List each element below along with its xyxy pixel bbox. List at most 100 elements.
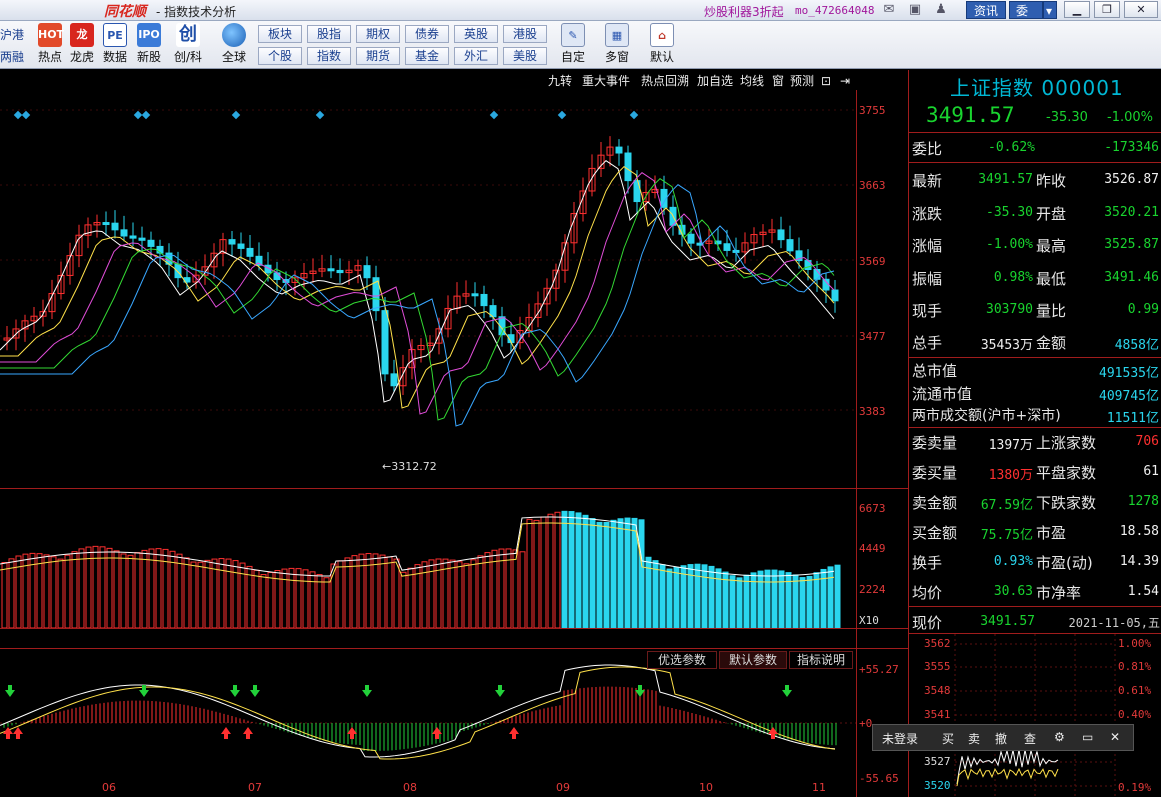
volume-bar: [106, 547, 113, 629]
market-futures-button[interactable]: 期货: [356, 47, 400, 65]
tool-hot[interactable]: HOT 热点: [33, 23, 67, 65]
macd-tick: +0: [859, 717, 873, 730]
candle-body: [471, 293, 479, 297]
volume-bar: [659, 564, 666, 629]
tab-default-params[interactable]: 默认参数: [719, 651, 787, 669]
volume-bar: [456, 561, 463, 629]
tab-indicator-help[interactable]: 指标说明: [789, 651, 853, 669]
intraday-date: 2021-11-05,五: [1068, 616, 1160, 630]
volume-bar: [827, 566, 834, 629]
candle-body: [120, 229, 128, 237]
market-us-stocks-button[interactable]: 美股: [503, 47, 547, 65]
query-button[interactable]: 查: [1024, 730, 1036, 747]
tool-default[interactable]: ⌂ 默认: [642, 23, 682, 65]
margin-button[interactable]: 两融: [0, 48, 24, 66]
user-id[interactable]: mo_472664048: [795, 4, 874, 17]
login-button[interactable]: 未登录: [882, 730, 918, 747]
tool-multi-window[interactable]: ▦ 多窗: [597, 23, 637, 65]
x-tick: 11: [812, 781, 826, 794]
market-funds-button[interactable]: 基金: [405, 47, 449, 65]
volume-bar: [708, 565, 715, 629]
volume-bar: [64, 554, 71, 629]
kline-volume-divider: [0, 488, 908, 489]
x-tick: 10: [699, 781, 713, 794]
macd-tick: +55.27: [859, 663, 899, 676]
mail-icon[interactable]: ✉: [880, 2, 898, 18]
market-options-button[interactable]: 期权: [356, 25, 400, 43]
volume-bar: [575, 512, 582, 629]
hot-icon: HOT: [38, 23, 64, 47]
volume-bar: [36, 553, 43, 629]
ipo-icon: IPO: [137, 23, 161, 47]
macd-dea-line: [0, 666, 836, 760]
volume-bar: [148, 548, 155, 629]
market-index-futures-button[interactable]: 股指: [307, 25, 351, 43]
tool-data[interactable]: PE 数据: [98, 23, 132, 65]
volume-bar: [561, 510, 568, 629]
volume-bar: [71, 551, 78, 629]
buy-button[interactable]: 买: [942, 730, 954, 747]
consign-button[interactable]: 委托: [1009, 1, 1043, 36]
volume-bar: [421, 561, 428, 629]
macd-tick: -55.65: [859, 772, 899, 785]
gift-icon[interactable]: ▣: [906, 2, 924, 18]
kline-chart[interactable]: [0, 70, 908, 797]
settings-icon[interactable]: ⚙: [1054, 730, 1065, 744]
volume-bar: [309, 571, 316, 629]
promo-link[interactable]: 炒股利器3折起: [704, 3, 784, 20]
volume-bar: [666, 568, 673, 629]
volume-bar: [596, 521, 603, 629]
market-stocks-button[interactable]: 个股: [258, 47, 302, 65]
hk-connect-button[interactable]: 沪港: [0, 26, 24, 44]
tool-custom[interactable]: ✎ 自定: [553, 23, 593, 65]
volume-bar: [680, 565, 687, 629]
candle-body: [615, 146, 623, 154]
market-uk-stocks-button[interactable]: 英股: [454, 25, 498, 43]
intraday-current-value: 3491.57: [980, 614, 1035, 629]
restore-icon[interactable]: ❐: [1094, 1, 1120, 18]
volume-bar: [239, 562, 246, 629]
volume-bar: [799, 577, 806, 629]
market-indices-button[interactable]: 指数: [307, 47, 351, 65]
volume-bar: [652, 560, 659, 629]
cancel-order-button[interactable]: 撤: [995, 730, 1007, 747]
event-marker: [629, 110, 639, 120]
volume-bar: [43, 554, 50, 629]
event-marker: [315, 110, 325, 120]
event-marker: [133, 110, 143, 120]
multi-window-icon: ▦: [605, 23, 629, 47]
news-button[interactable]: 资讯: [966, 1, 1006, 19]
market-bonds-button[interactable]: 债券: [405, 25, 449, 43]
pe-data-icon: PE: [103, 23, 127, 47]
sell-signal-arrow: [362, 685, 372, 697]
volume-bar: [673, 566, 680, 629]
tool-chuang[interactable]: 创 创/科: [168, 23, 208, 65]
candle-body: [102, 222, 110, 226]
intraday-pct-tick: 1.00%: [1118, 637, 1152, 650]
index-name: 上证指数 000001: [950, 76, 1124, 100]
volume-bar: [736, 577, 743, 629]
close-trade-bar-icon[interactable]: ✕: [1110, 730, 1120, 744]
intraday-price-tick: 3527: [924, 755, 951, 768]
minimize-icon[interactable]: ▁: [1064, 1, 1090, 18]
tool-dragon-tiger[interactable]: 龙 龙虎: [65, 23, 99, 65]
consign-dropdown-arrow[interactable]: ▾: [1043, 1, 1057, 19]
volume-bar: [190, 561, 197, 629]
close-icon[interactable]: ✕: [1124, 1, 1158, 18]
intraday-price-tick: 3555: [924, 660, 951, 673]
sell-button[interactable]: 卖: [968, 730, 980, 747]
market-sector-button[interactable]: 板块: [258, 25, 302, 43]
volume-bar: [393, 558, 400, 629]
market-forex-button[interactable]: 外汇: [454, 47, 498, 65]
tool-ipo[interactable]: IPO 新股: [132, 23, 166, 65]
tab-preferred-params[interactable]: 优选参数: [647, 651, 717, 669]
candle-body: [363, 265, 371, 279]
panel-divider: [909, 162, 1161, 163]
volume-bar: [176, 553, 183, 629]
skin-icon[interactable]: ♟: [932, 2, 950, 18]
market-hk-stocks-button[interactable]: 港股: [503, 25, 547, 43]
moving-average-line: [0, 160, 835, 403]
window-icon[interactable]: ▭: [1082, 730, 1093, 744]
toolbar: 沪港 两融 HOT 热点 龙 龙虎 PE 数据 IPO 新股 创 创/科 全球 …: [0, 21, 1161, 69]
tool-global[interactable]: 全球: [214, 23, 254, 65]
